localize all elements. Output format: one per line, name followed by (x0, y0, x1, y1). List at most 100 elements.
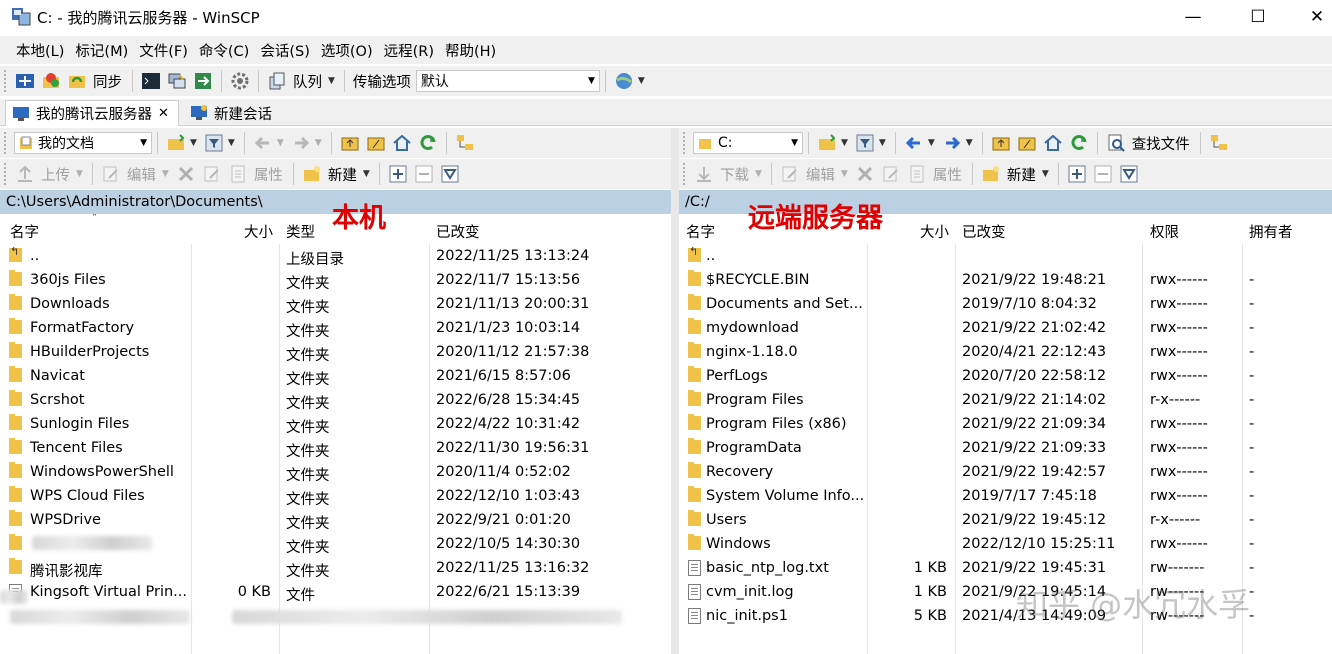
table-row[interactable]: mydownload 2021/9/22 21:02:42 rwx------ - (679, 317, 1332, 341)
remote-header-owner[interactable]: 拥有者 (1249, 221, 1293, 242)
find-files-icon[interactable] (1106, 133, 1126, 153)
queue-icon[interactable] (193, 71, 213, 91)
new-folder-icon[interactable] (302, 164, 322, 184)
new-button[interactable]: 新建 (328, 164, 357, 185)
edit-dropdown-arrow[interactable]: ▼ (162, 169, 169, 179)
terminal-icon[interactable] (141, 71, 161, 91)
compare-dirs-icon[interactable] (15, 71, 35, 91)
forward-arrow-icon[interactable] (291, 133, 311, 153)
table-row[interactable]: Program Files (x86) 2021/9/22 21:09:34 rwx… (679, 413, 1332, 437)
menu-remote[interactable]: 远程(R) (384, 40, 434, 61)
table-row[interactable]: Navicat 文件夹 2021/6/15 8:57:06 (0, 365, 671, 389)
download-button[interactable]: 下载 (720, 164, 749, 185)
forward-dropdown-arrow[interactable]: ▼ (966, 138, 973, 148)
parent-dir-icon[interactable] (991, 133, 1011, 153)
rename-icon[interactable] (202, 164, 222, 184)
maximize-button[interactable]: ☐ (1231, 0, 1285, 34)
table-row[interactable]: Scrshot 文件夹 2022/6/28 15:34:45 (0, 389, 671, 413)
close-button[interactable]: ✕ (1290, 0, 1332, 34)
table-row[interactable]: .. 上级目录 2022/11/25 13:13:24 (0, 245, 671, 269)
open-folder-icon[interactable] (166, 133, 186, 153)
table-row[interactable]: $RECYCLE.BIN 2021/9/22 19:48:21 rwx------ - (679, 269, 1332, 293)
tree-view-icon[interactable] (1209, 133, 1229, 153)
local-location-select[interactable]: 我的文档 ▼ (14, 132, 152, 154)
table-row[interactable]: FormatFactory 文件夹 2021/1/23 10:03:14 (0, 317, 671, 341)
new-button[interactable]: 新建 (1007, 164, 1036, 185)
refresh-icon[interactable] (1069, 133, 1089, 153)
properties-button[interactable]: 属性 (254, 164, 283, 185)
table-row[interactable]: WindowsPowerShell 文件夹 2020/11/4 0:52:02 (0, 461, 671, 485)
upload-button[interactable]: 上传 (41, 164, 70, 185)
back-dropdown-arrow[interactable]: ▼ (928, 138, 935, 148)
remote-header-size[interactable]: 大小 (920, 221, 949, 242)
queue-list-icon[interactable] (267, 71, 287, 91)
root-dir-icon[interactable] (366, 133, 386, 153)
edit-icon[interactable] (101, 164, 121, 184)
properties-icon[interactable] (907, 164, 927, 184)
edit-dropdown-arrow[interactable]: ▼ (841, 169, 848, 179)
transfer-settings-select[interactable]: 默认 ▼ (415, 70, 600, 92)
upload-icon[interactable] (15, 164, 35, 184)
putty-icon[interactable] (167, 71, 187, 91)
home-icon[interactable] (392, 133, 412, 153)
filter-dropdown-arrow[interactable]: ▼ (879, 138, 886, 148)
table-row[interactable]: PerfLogs 2020/7/20 22:58:12 rwx------ - (679, 365, 1332, 389)
select-minus-icon[interactable] (1093, 164, 1113, 184)
refresh-icon[interactable] (418, 133, 438, 153)
table-row[interactable]: Users 2021/9/22 19:45:12 r-x------ - (679, 509, 1332, 533)
open-folder-icon[interactable] (817, 133, 837, 153)
table-row[interactable]: Kingsoft Virtual Prin... 0 KB 文件 2022/6/21 … (0, 581, 671, 605)
table-row[interactable]: ProgramData 2021/9/22 21:09:33 rwx------ - (679, 437, 1332, 461)
minimize-button[interactable]: — (1166, 0, 1220, 34)
filter-mark-icon[interactable] (1119, 164, 1139, 184)
filter-dropdown-arrow[interactable]: ▼ (228, 138, 235, 148)
queue-button[interactable]: 队列 (293, 71, 322, 92)
menu-help[interactable]: 帮助(H) (445, 40, 496, 61)
table-row[interactable]: WPS Cloud Files 文件夹 2022/12/10 1:03:43 (0, 485, 671, 509)
download-icon[interactable] (694, 164, 714, 184)
menu-options[interactable]: 选项(O) (321, 40, 373, 61)
menu-commands[interactable]: 命令(C) (199, 40, 249, 61)
select-minus-icon[interactable] (414, 164, 434, 184)
new-dropdown-arrow[interactable]: ▼ (1042, 169, 1049, 179)
parent-dir-icon[interactable] (340, 133, 360, 153)
table-row[interactable]: Tencent Files 文件夹 2022/11/30 19:56:31 (0, 437, 671, 461)
forward-dropdown-arrow[interactable]: ▼ (315, 138, 322, 148)
remote-header-rights[interactable]: 权限 (1150, 221, 1179, 242)
back-arrow-icon[interactable] (904, 133, 924, 153)
tab-session[interactable]: 我的腾讯云服务器 ✕ (5, 100, 179, 126)
select-plus-icon[interactable] (1067, 164, 1087, 184)
filter-mark-icon[interactable] (440, 164, 460, 184)
table-row[interactable]: .. (679, 245, 1332, 269)
tree-view-icon[interactable] (455, 133, 475, 153)
root-dir-icon[interactable] (1017, 133, 1037, 153)
rename-icon[interactable] (881, 164, 901, 184)
table-row[interactable]: Windows 2022/12/10 15:25:11 rwx------ - (679, 533, 1332, 557)
remote-location-select[interactable]: C: ▼ (693, 132, 803, 154)
edit-button[interactable]: 编辑 (806, 164, 835, 185)
tab-close-icon[interactable]: ✕ (158, 106, 169, 121)
table-row[interactable]: Recovery 2021/9/22 19:42:57 rwx------ - (679, 461, 1332, 485)
local-header-type[interactable]: 类型 (286, 221, 315, 242)
new-dropdown-arrow[interactable]: ▼ (363, 169, 370, 179)
menu-session[interactable]: 会话(S) (260, 40, 310, 61)
properties-icon[interactable] (228, 164, 248, 184)
edit-button[interactable]: 编辑 (127, 164, 156, 185)
back-arrow-icon[interactable] (253, 133, 273, 153)
open-dropdown-arrow[interactable]: ▼ (841, 138, 848, 148)
tab-new-session[interactable]: 新建会话 (184, 100, 282, 126)
new-folder-icon[interactable] (981, 164, 1001, 184)
sync-button[interactable]: 同步 (93, 71, 122, 92)
upload-dropdown-arrow[interactable]: ▼ (76, 169, 83, 179)
back-dropdown-arrow[interactable]: ▼ (277, 138, 284, 148)
table-row[interactable]: Downloads 文件夹 2021/11/13 20:00:31 (0, 293, 671, 317)
menu-file[interactable]: 文件(F) (139, 40, 188, 61)
table-row[interactable]: WPSDrive 文件夹 2022/9/21 0:01:20 (0, 509, 671, 533)
panel-splitter[interactable] (671, 128, 679, 654)
local-header-size[interactable]: 大小 (244, 221, 273, 242)
local-header-name[interactable]: 名字 (10, 221, 39, 242)
table-row[interactable]: nginx-1.18.0 2020/4/21 22:12:43 rwx------ - (679, 341, 1332, 365)
table-row[interactable]: 腾讯影视库 文件夹 2022/11/25 13:16:32 (0, 557, 671, 581)
table-row[interactable]: basic_ntp_log.txt 1 KB 2021/9/22 19:45:31 r… (679, 557, 1332, 581)
globe-dropdown-arrow[interactable]: ▼ (638, 76, 645, 86)
